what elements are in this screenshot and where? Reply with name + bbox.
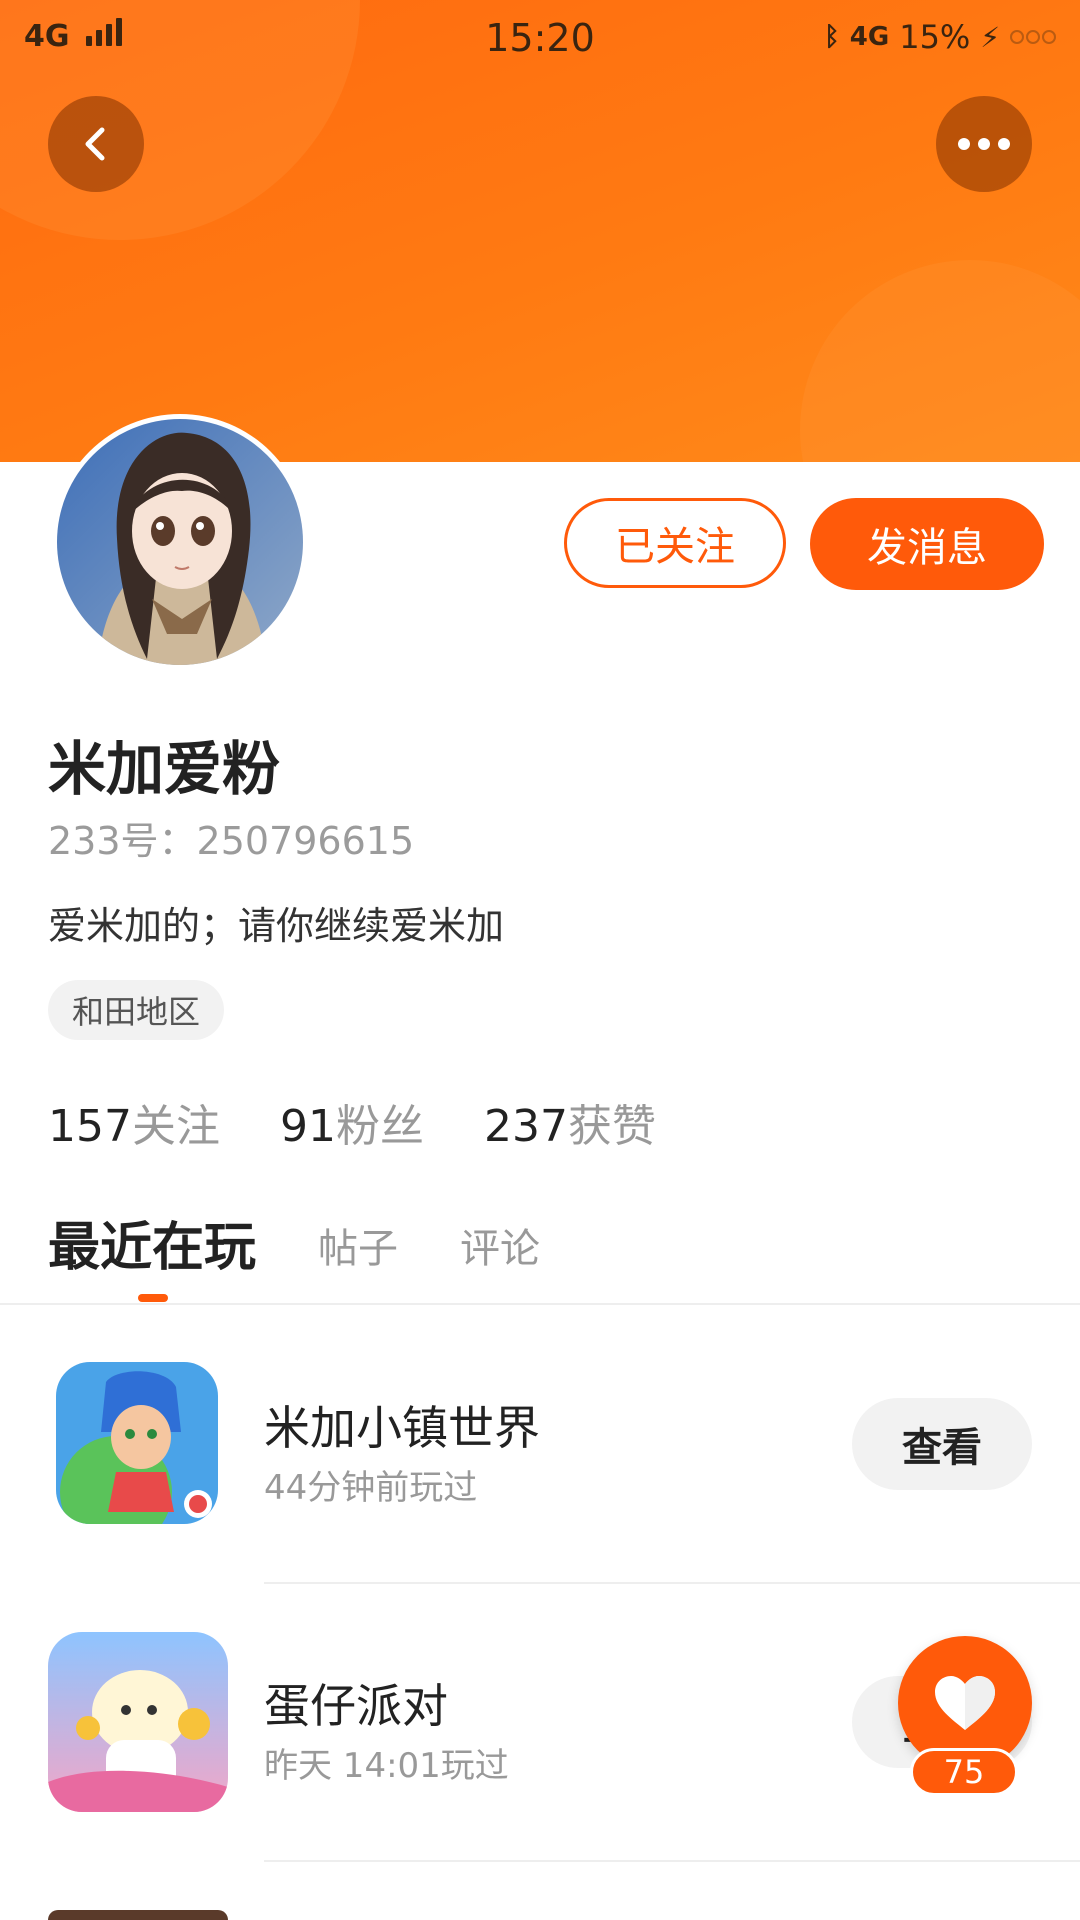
active-tab-indicator <box>138 1294 168 1302</box>
back-button[interactable] <box>48 96 144 192</box>
charging-icon: ⚡ <box>980 20 1000 54</box>
user-id: 233号：250796615 <box>48 819 415 863</box>
status-right: ᛒ 4G 15% ⚡ <box>824 18 1056 56</box>
stat-label: 关注 <box>131 1101 220 1152</box>
like-count-badge: 75 <box>910 1748 1018 1796</box>
stat-number: 237 <box>483 1101 568 1152</box>
stat-followers[interactable]: 91粉丝 <box>280 1090 424 1154</box>
profile-stats: 157关注 91粉丝 237获赞 <box>48 1090 716 1154</box>
stat-number: 91 <box>279 1101 336 1152</box>
followed-button[interactable]: 已关注 <box>564 498 786 588</box>
region-tag: 和田地区 <box>48 980 225 1040</box>
battery-level: 15% <box>899 18 971 56</box>
game-title: 米加小镇世界 <box>264 1401 540 1455</box>
heart-icon <box>935 1676 995 1730</box>
profile-tabs: 最近在玩 帖子 评论 <box>48 1205 602 1280</box>
tab-comments[interactable]: 评论 <box>460 1216 540 1274</box>
banner-decoration <box>800 260 1080 462</box>
user-bio: 爱米加的；请你继续爱米加 <box>48 904 505 948</box>
stat-number: 157 <box>48 1101 132 1152</box>
view-button[interactable]: 查看 <box>852 1398 1032 1490</box>
game-icon <box>56 1362 218 1524</box>
game-icon <box>48 1910 228 1920</box>
stat-likes[interactable]: 237获赞 <box>484 1090 656 1154</box>
send-message-button[interactable]: 发消息 <box>810 498 1044 590</box>
status-bar: 4G 15:20 ᛒ 4G 15% ⚡ <box>0 0 1080 76</box>
game-icon <box>48 1632 228 1812</box>
more-horizontal-icon <box>958 138 1010 150</box>
game-list-item[interactable]: 米加小镇世界 44分钟前玩过 查看 <box>0 1306 1080 1576</box>
stat-label: 获赞 <box>567 1101 656 1152</box>
tab-recently-played[interactable]: 最近在玩 <box>48 1205 256 1280</box>
game-last-played: 昨天 14:01玩过 <box>264 1746 509 1786</box>
stat-label: 粉丝 <box>335 1101 424 1152</box>
chevron-left-icon <box>85 127 105 161</box>
stat-following[interactable]: 157关注 <box>48 1090 220 1154</box>
avatar[interactable] <box>52 414 308 670</box>
network-type-right: 4G <box>849 22 890 52</box>
battery-icon <box>1010 30 1056 44</box>
divider <box>0 1303 1080 1305</box>
profile-header-banner: 4G 15:20 ᛒ 4G 15% ⚡ <box>0 0 1080 462</box>
avatar-image <box>57 419 303 665</box>
more-button[interactable] <box>936 96 1032 192</box>
divider <box>264 1860 1080 1862</box>
username: 米加爱粉 <box>48 735 281 803</box>
bluetooth-icon: ᛒ <box>824 22 840 52</box>
game-title: 蛋仔派对 <box>264 1679 448 1733</box>
game-last-played: 44分钟前玩过 <box>264 1468 478 1508</box>
tab-posts[interactable]: 帖子 <box>318 1216 398 1274</box>
